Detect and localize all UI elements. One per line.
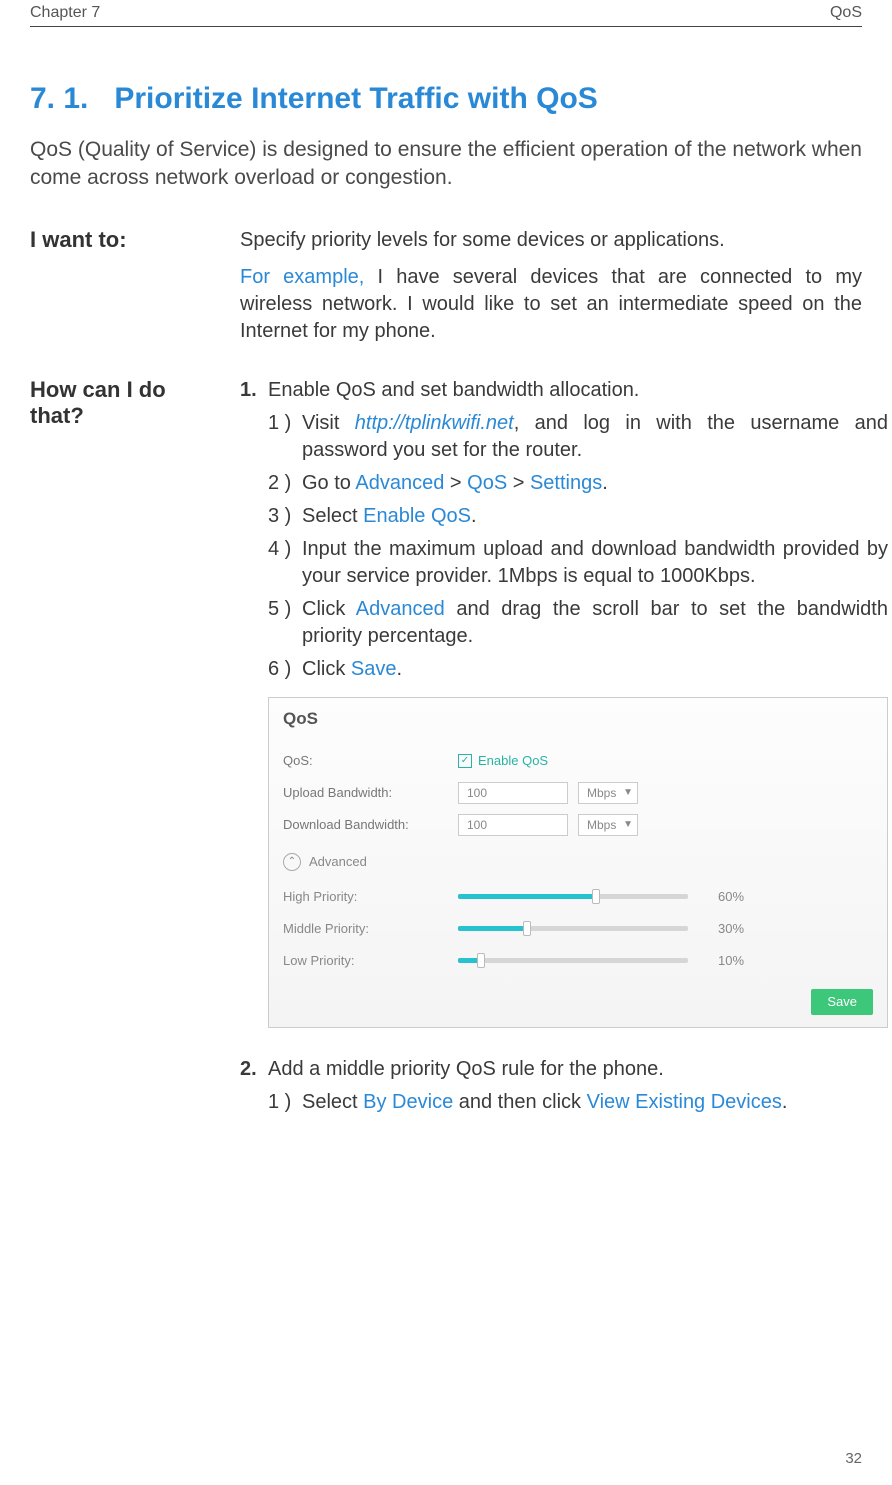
middle-priority-slider[interactable] (458, 926, 688, 931)
qos-label: QoS: (283, 752, 458, 770)
chapter-label: Chapter 7 (30, 4, 100, 22)
upload-bw-label: Upload Bandwidth: (283, 784, 458, 802)
substep-text: Select By Device and then click View Exi… (302, 1089, 888, 1116)
substep-2-1: 1 ) Select By Device and then click View… (268, 1089, 888, 1116)
step-1-text: Enable QoS and set bandwidth allocation. (268, 377, 888, 404)
caret-down-icon: ▼ (623, 818, 633, 832)
i-want-to-label: I want to: (30, 227, 200, 355)
example-label: For example, (240, 266, 364, 288)
substep-1-6: 6 ) Click Save. (268, 656, 888, 683)
substep-num: 3 ) (268, 503, 302, 530)
page-number: 32 (845, 1450, 862, 1467)
low-priority-value: 10% (718, 952, 758, 970)
caret-down-icon: ▼ (623, 786, 633, 800)
tplink-url[interactable]: http://tplinkwifi.net (355, 412, 514, 434)
high-priority-slider[interactable] (458, 894, 688, 899)
substep-1-5: 5 ) Click Advanced and drag the scroll b… (268, 596, 888, 650)
middle-priority-label: Middle Priority: (283, 920, 458, 938)
chevron-up-icon: ⌃ (283, 853, 301, 871)
slider-thumb-icon (477, 953, 485, 968)
low-priority-slider[interactable] (458, 958, 688, 963)
i-want-to-specify: Specify priority levels for some devices… (240, 227, 862, 254)
nav-settings: Settings (530, 472, 602, 494)
slider-thumb-icon (523, 921, 531, 936)
step-2: 2. Add a middle priority QoS rule for th… (240, 1056, 888, 1083)
substep-1-2: 2 ) Go to Advanced > QoS > Settings. (268, 470, 888, 497)
nav-qos: QoS (467, 472, 507, 494)
substep-1-3: 3 ) Select Enable QoS. (268, 503, 888, 530)
substep-num: 5 ) (268, 596, 302, 650)
qos-panel: QoS QoS: ✓ Enable QoS Upload Bandwidth: … (268, 697, 888, 1028)
low-priority-label: Low Priority: (283, 952, 458, 970)
download-unit-select[interactable]: Mbps ▼ (578, 814, 638, 836)
section-title: Prioritize Internet Traffic with QoS (114, 82, 597, 115)
view-existing-devices-text: View Existing Devices (587, 1091, 782, 1113)
intro-paragraph: QoS (Quality of Service) is designed to … (30, 136, 862, 193)
nav-advanced: Advanced (355, 472, 444, 494)
substep-text: Go to Advanced > QoS > Settings. (302, 470, 888, 497)
substep-1-4: 4 ) Input the maximum upload and downloa… (268, 536, 888, 590)
section-number: 7. 1. (30, 82, 114, 115)
substep-text: Select Enable QoS. (302, 503, 888, 530)
by-device-text: By Device (363, 1091, 453, 1113)
substep-num: 1 ) (268, 1089, 302, 1116)
step-1-num: 1. (240, 377, 268, 404)
substep-text: Input the maximum upload and download ba… (302, 536, 888, 590)
enable-qos-label: Enable QoS (478, 752, 548, 770)
upload-unit-select[interactable]: Mbps ▼ (578, 782, 638, 804)
save-text: Save (351, 658, 397, 680)
enable-qos-text: Enable QoS (363, 505, 471, 527)
upload-bw-input[interactable]: 100 (458, 782, 568, 804)
download-bw-label: Download Bandwidth: (283, 816, 458, 834)
substep-text: Click Advanced and drag the scroll bar t… (302, 596, 888, 650)
advanced-label: Advanced (309, 853, 367, 871)
substep-num: 1 ) (268, 410, 302, 464)
advanced-toggle[interactable]: ⌃ Advanced (283, 853, 873, 871)
save-button[interactable]: Save (811, 989, 873, 1015)
substep-text: Visit http://tplinkwifi.net, and log in … (302, 410, 888, 464)
middle-priority-value: 30% (718, 920, 758, 938)
download-bw-input[interactable]: 100 (458, 814, 568, 836)
i-want-to-example: For example, I have several devices that… (240, 264, 862, 345)
high-priority-label: High Priority: (283, 888, 458, 906)
high-priority-value: 60% (718, 888, 758, 906)
section-heading: 7. 1.Prioritize Internet Traffic with Qo… (30, 82, 862, 116)
substep-text: Click Save. (302, 656, 888, 683)
advanced-text: Advanced (356, 598, 445, 620)
substep-num: 6 ) (268, 656, 302, 683)
download-unit-value: Mbps (587, 817, 616, 833)
page-header: Chapter 7 QoS (30, 0, 862, 27)
check-icon: ✓ (458, 754, 472, 768)
upload-unit-value: Mbps (587, 785, 616, 801)
qos-panel-title: QoS (283, 708, 873, 731)
topic-label: QoS (830, 4, 862, 22)
how-can-i-label: How can I do that? (30, 377, 200, 1122)
substep-num: 2 ) (268, 470, 302, 497)
enable-qos-checkbox[interactable]: ✓ Enable QoS (458, 752, 548, 770)
slider-thumb-icon (592, 889, 600, 904)
step-1: 1. Enable QoS and set bandwidth allocati… (240, 377, 888, 404)
step-2-text: Add a middle priority QoS rule for the p… (268, 1056, 888, 1083)
substep-num: 4 ) (268, 536, 302, 590)
step-2-num: 2. (240, 1056, 268, 1083)
substep-1-1: 1 ) Visit http://tplinkwifi.net, and log… (268, 410, 888, 464)
